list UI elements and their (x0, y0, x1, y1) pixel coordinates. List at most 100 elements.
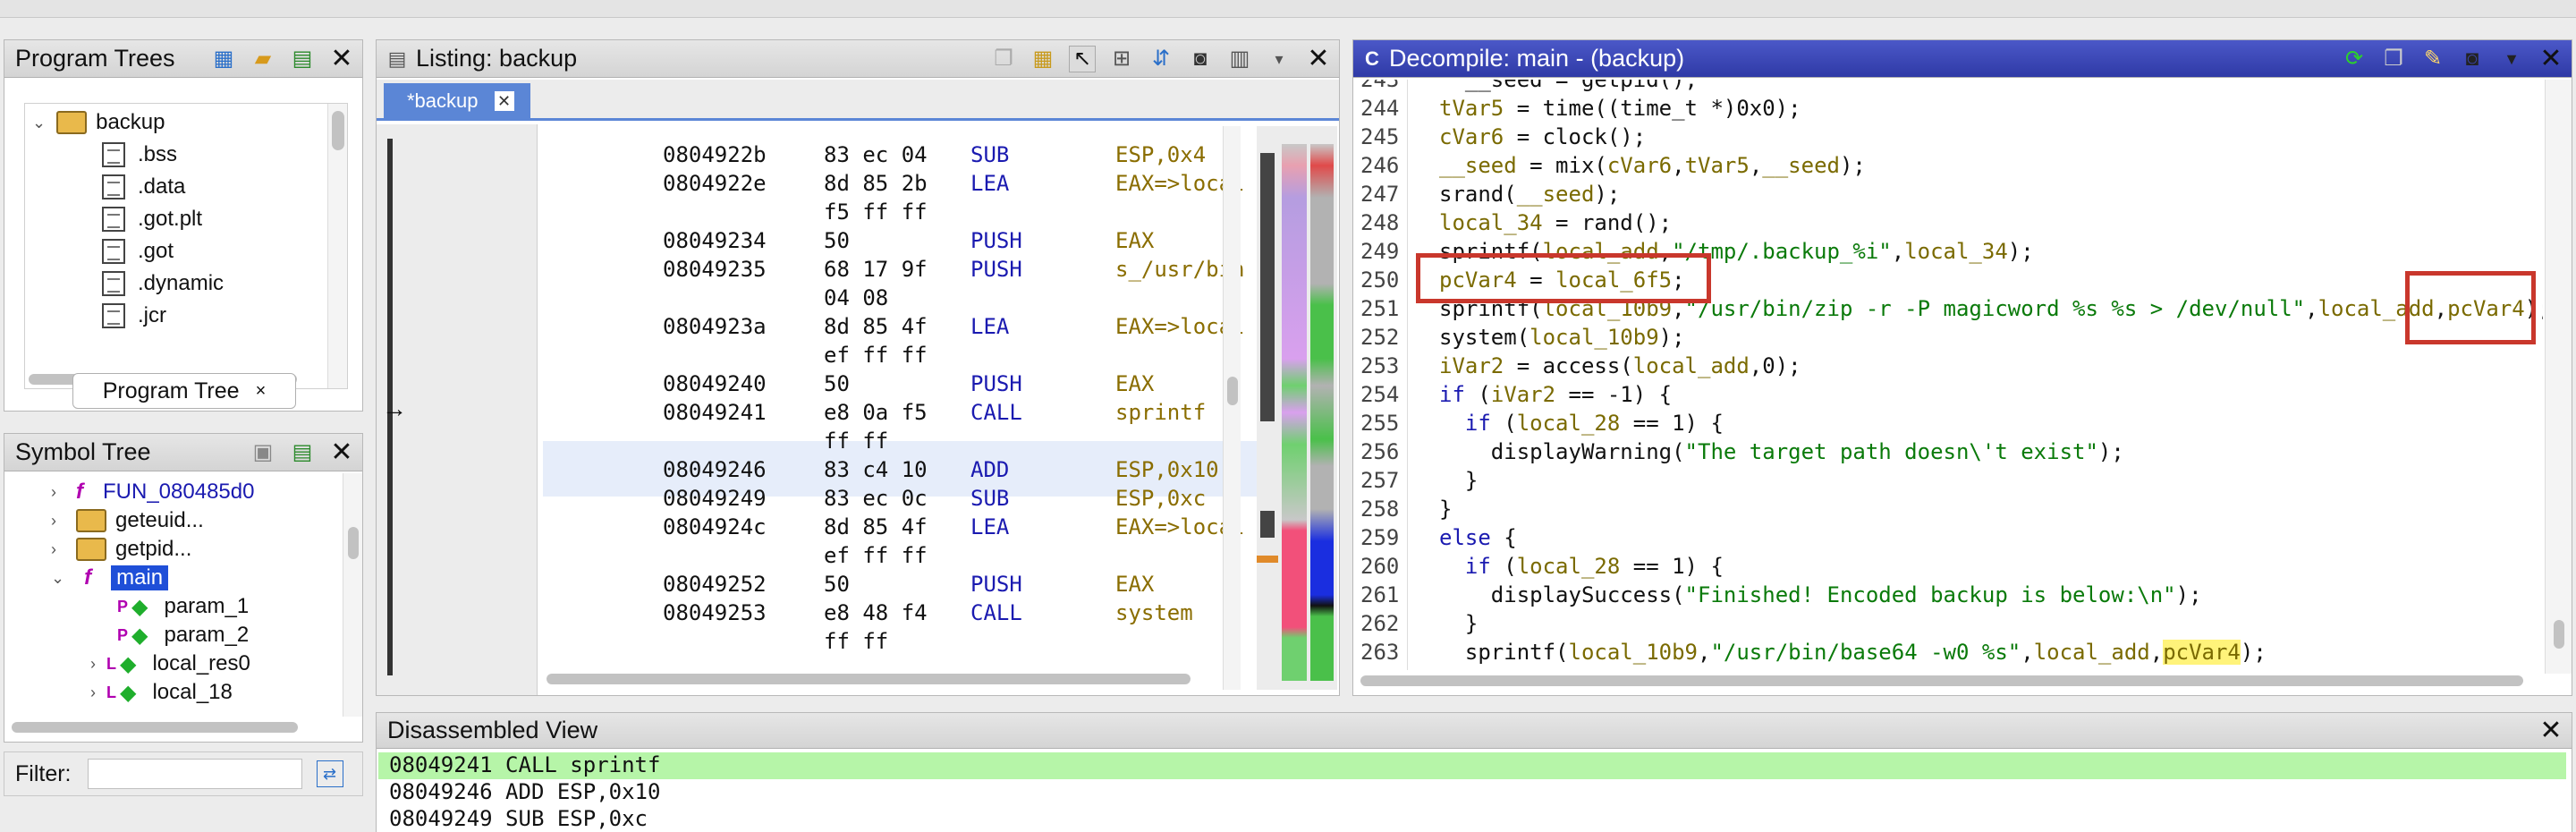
code-token[interactable]: ); (2008, 239, 2034, 264)
scrollbar-thumb[interactable] (348, 527, 359, 559)
code-token[interactable]: if (1439, 411, 1491, 436)
scrollbar[interactable] (343, 473, 362, 717)
code-token[interactable]: local_34 (1439, 210, 1543, 235)
tree-node[interactable]: .got.plt (102, 204, 202, 234)
tab-program-tree[interactable]: Program Tree × (72, 373, 296, 409)
chevron-right-icon[interactable]: › (51, 540, 56, 559)
code-token[interactable]: __seed = getpid(); (1439, 80, 1698, 92)
scrollbar-thumb[interactable] (332, 111, 344, 150)
close-icon[interactable]: ✕ (1305, 46, 1332, 72)
code-token[interactable]: == -1) { (1555, 382, 1673, 407)
code-token[interactable]: __seed (1517, 182, 1595, 207)
chevron-down-icon[interactable]: ⌄ (51, 569, 64, 588)
code-token[interactable]: tVar5 (1439, 96, 1504, 121)
disasm-line[interactable]: 08049246 ADD ESP,0x10 (378, 779, 2566, 806)
chevron-right-icon[interactable]: › (51, 483, 56, 502)
tree-node[interactable]: .bss (102, 140, 177, 170)
field-layout-icon[interactable]: ⊞ (1108, 46, 1135, 72)
code-token[interactable]: , (2150, 640, 2163, 665)
code-token[interactable]: if (1439, 554, 1491, 579)
symbol-filter-icon[interactable]: ▣ (250, 439, 276, 466)
code-token[interactable]: displaySuccess( (1439, 582, 1685, 607)
code-token[interactable]: , (1672, 153, 1684, 178)
code-token[interactable]: } (1439, 497, 1452, 522)
code-token[interactable]: "The target path doesn\'t exist" (1685, 439, 2098, 464)
code-token[interactable]: if (1439, 382, 1465, 407)
chevron-down-icon[interactable]: ▼ (2498, 46, 2525, 72)
code-token[interactable]: cVar6 (1607, 153, 1672, 178)
edit-signature-icon[interactable]: ✎ (2419, 46, 2446, 72)
listing-scrollbar[interactable] (1223, 126, 1241, 690)
tree-node[interactable]: .got (102, 236, 174, 267)
tree-node[interactable]: .jcr (102, 301, 166, 331)
code-token[interactable]: } (1439, 468, 1478, 493)
code-token[interactable]: sprintf( (1439, 640, 1569, 665)
chevron-right-icon[interactable]: › (90, 683, 96, 702)
tree-node[interactable]: .dynamic (102, 268, 224, 299)
disasm-line-selected[interactable]: 08049241 CALL sprintf (378, 752, 2566, 779)
listing-options-icon[interactable]: ▥ (1226, 46, 1253, 72)
tree-view-icon[interactable]: ▤ (289, 46, 316, 72)
symbol-node[interactable]: › L ◆ local_res0 (90, 649, 250, 679)
cursor-select-icon[interactable]: ↖ (1069, 46, 1096, 72)
scrollbar[interactable] (327, 104, 347, 388)
symbol-node[interactable]: P ◆ param_2 (117, 620, 249, 650)
code-token[interactable]: == 1) { (1620, 554, 1724, 579)
code-token[interactable]: ( (1491, 411, 1516, 436)
code-token[interactable]: __seed (1439, 153, 1517, 178)
h-scrollbar[interactable] (547, 674, 1191, 684)
code-token[interactable]: ); (2098, 439, 2124, 464)
code-token[interactable]: local_34 (1904, 239, 2008, 264)
tab-close-icon[interactable]: ✕ (494, 91, 514, 111)
code-token[interactable]: , (1750, 153, 1762, 178)
code-token[interactable]: ); (2241, 640, 2267, 665)
code-token[interactable]: srand( (1439, 182, 1517, 207)
chevron-right-icon[interactable]: › (90, 655, 96, 674)
code-token[interactable]: local_10b9 (1569, 640, 1699, 665)
refresh-icon[interactable]: ⟳ (2341, 46, 2368, 72)
tree-node[interactable]: .data (102, 172, 185, 202)
snapshot-icon[interactable]: ◙ (2459, 46, 2486, 72)
code-token[interactable]: ); (1659, 325, 1685, 350)
symbol-node[interactable]: › geteuid... (51, 505, 204, 536)
code-token[interactable]: = time((time_t *)0x0); (1504, 96, 1801, 121)
open-folder-icon[interactable]: ▰ (250, 46, 276, 72)
symbol-node[interactable]: P ◆ param_1 (117, 591, 249, 622)
code-token[interactable]: = clock(); (1504, 124, 1647, 149)
code-token[interactable]: , (1892, 239, 1904, 264)
code-token[interactable]: ( (1465, 382, 1490, 407)
code-token[interactable]: = mix( (1517, 153, 1607, 178)
code-token[interactable]: ); (1840, 153, 1866, 178)
code-token[interactable]: , (1698, 640, 1710, 665)
code-token[interactable]: , (2305, 296, 2318, 321)
h-scrollbar[interactable] (12, 722, 298, 733)
symbol-node[interactable]: › f FUN_080485d0 (51, 477, 254, 507)
h-scrollbar[interactable] (1360, 675, 2523, 686)
code-token[interactable]: ); (2176, 582, 2202, 607)
listing-overview-bar[interactable] (1257, 126, 1337, 690)
code-token[interactable]: system( (1439, 325, 1530, 350)
code-token[interactable]: local_10b9 (1530, 325, 1659, 350)
close-icon[interactable]: ✕ (2538, 46, 2564, 72)
code-token[interactable]: "Finished! Encoded backup is below:\n" (1685, 582, 2176, 607)
new-tree-icon[interactable]: ▦ (210, 46, 237, 72)
code-token[interactable]: ); (1594, 182, 1620, 207)
code-token[interactable]: = access( (1504, 353, 1633, 378)
symbol-node[interactable]: › getpid... (51, 534, 191, 565)
snapshot-icon[interactable]: ◙ (1187, 46, 1214, 72)
code-token[interactable]: ,0); (1750, 353, 1801, 378)
tab-close-icon[interactable]: × (256, 381, 267, 402)
flow-arrows-icon[interactable]: ⇵ (1148, 46, 1174, 72)
code-token[interactable]: local_add (2034, 640, 2150, 665)
code-token[interactable]: local_28 (1517, 411, 1621, 436)
symbol-node[interactable]: › L ◆ local_18 (90, 677, 233, 708)
paste-icon[interactable]: ▦ (1030, 46, 1056, 72)
symbol-tree-view-icon[interactable]: ▤ (289, 439, 316, 466)
chevron-down-icon[interactable]: ⌄ (32, 114, 46, 132)
close-icon[interactable]: ✕ (328, 439, 355, 466)
code-token[interactable]: ( (1491, 554, 1516, 579)
code-token[interactable]: { (1491, 525, 1516, 550)
copy-icon[interactable]: ❐ (990, 46, 1017, 72)
copy-icon[interactable]: ❐ (2380, 46, 2407, 72)
code-token[interactable]: "/usr/bin/zip -r -P magicword %s %s > /d… (1685, 296, 2306, 321)
